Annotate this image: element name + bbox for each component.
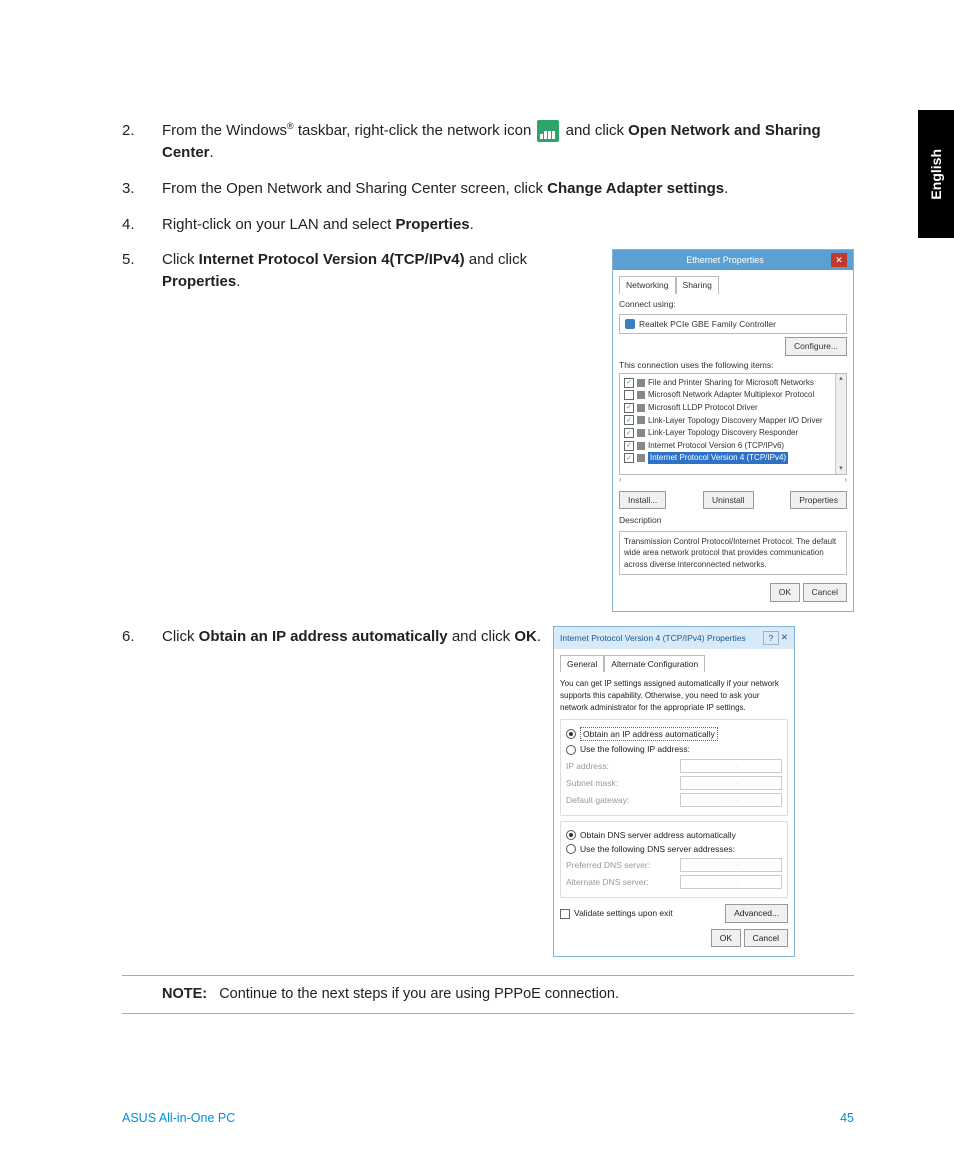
description-text: Transmission Control Protocol/Internet P… xyxy=(619,531,847,576)
scrollbar[interactable]: ▴▾ xyxy=(835,374,846,474)
close-button[interactable]: ✕ xyxy=(831,253,847,267)
validate-checkbox[interactable] xyxy=(560,909,570,919)
scroll-down-icon[interactable]: ▾ xyxy=(839,464,843,474)
cancel-button[interactable]: Cancel xyxy=(803,583,847,601)
protocol-icon xyxy=(637,429,645,437)
checkbox[interactable]: ✓ xyxy=(624,428,634,438)
validate-label: Validate settings upon exit xyxy=(574,907,673,919)
dialog-title: Ethernet Properties xyxy=(619,254,831,267)
tab-networking[interactable]: Networking xyxy=(619,276,676,293)
checkbox[interactable]: ✓ xyxy=(624,378,634,388)
adapter-field: Realtek PCIe GBE Family Controller xyxy=(619,314,847,334)
protocol-icon xyxy=(637,442,645,450)
configure-button[interactable]: Configure... xyxy=(785,337,847,355)
network-tray-icon xyxy=(537,120,559,142)
properties-button[interactable]: Properties xyxy=(790,491,847,509)
gateway-input[interactable]: . . . xyxy=(680,793,782,807)
checkbox[interactable]: ✓ xyxy=(624,441,634,451)
advanced-button[interactable]: Advanced... xyxy=(725,904,788,922)
protocol-icon xyxy=(637,379,645,387)
mask-input[interactable]: . . . xyxy=(680,776,782,790)
connect-using-label: Connect using: xyxy=(619,298,847,310)
checkbox[interactable] xyxy=(624,390,634,400)
description-label: Description xyxy=(619,514,847,526)
page-number: 45 xyxy=(840,1111,854,1125)
mask-label: Subnet mask: xyxy=(566,777,618,789)
close-button[interactable]: ✕ xyxy=(781,631,788,645)
dns1-input[interactable]: . . . xyxy=(680,858,782,872)
ok-button[interactable]: OK xyxy=(711,929,741,947)
step-number: 2. xyxy=(122,120,162,164)
install-button[interactable]: Install... xyxy=(619,491,666,509)
step-5-text: Click Internet Protocol Version 4(TCP/IP… xyxy=(162,249,600,293)
radio-icon xyxy=(566,729,576,739)
tab-alternate[interactable]: Alternate Configuration xyxy=(604,655,705,672)
step-2-text: From the Windows® taskbar, right-click t… xyxy=(162,120,854,164)
intro-text: You can get IP settings assigned automat… xyxy=(560,678,788,713)
protocol-icon xyxy=(637,391,645,399)
footer-product: ASUS All-in-One PC xyxy=(122,1111,235,1125)
step-number: 6. xyxy=(122,626,162,957)
checkbox[interactable]: ✓ xyxy=(624,403,634,413)
dns2-label: Alternate DNS server: xyxy=(566,876,649,888)
protocol-icon xyxy=(637,454,645,462)
dns2-input[interactable]: . . . xyxy=(680,875,782,889)
protocol-list[interactable]: ✓File and Printer Sharing for Microsoft … xyxy=(619,373,847,475)
radio-auto-dns[interactable]: Obtain DNS server address automatically xyxy=(566,829,782,841)
step-3-text: From the Open Network and Sharing Center… xyxy=(162,178,854,200)
gateway-label: Default gateway: xyxy=(566,794,629,806)
radio-manual-ip[interactable]: Use the following IP address: xyxy=(566,743,782,755)
ip-input[interactable]: . . . xyxy=(680,759,782,773)
radio-manual-dns[interactable]: Use the following DNS server addresses: xyxy=(566,843,782,855)
tab-sharing[interactable]: Sharing xyxy=(676,276,719,293)
step-number: 5. xyxy=(122,249,162,611)
manual-content: 2. From the Windows® taskbar, right-clic… xyxy=(122,120,854,1022)
nic-icon xyxy=(625,319,635,329)
step-4-text: Right-click on your LAN and select Prope… xyxy=(162,214,854,236)
checkbox[interactable]: ✓ xyxy=(624,415,634,425)
scroll-up-icon[interactable]: ▴ xyxy=(839,374,843,384)
protocol-icon xyxy=(637,404,645,412)
protocol-icon xyxy=(637,416,645,424)
radio-icon xyxy=(566,830,576,840)
tab-general[interactable]: General xyxy=(560,655,604,672)
help-button[interactable]: ? xyxy=(763,631,779,645)
checkbox[interactable]: ✓ xyxy=(624,453,634,463)
cancel-button[interactable]: Cancel xyxy=(744,929,788,947)
dialog-title: Internet Protocol Version 4 (TCP/IPv4) P… xyxy=(560,632,746,644)
dns1-label: Preferred DNS server: xyxy=(566,859,650,871)
language-tab: English xyxy=(918,110,954,238)
radio-auto-ip[interactable]: Obtain an IP address automatically xyxy=(566,727,782,741)
radio-icon xyxy=(566,844,576,854)
radio-icon xyxy=(566,745,576,755)
ipv4-properties-dialog: Internet Protocol Version 4 (TCP/IPv4) P… xyxy=(553,626,795,957)
step-number: 3. xyxy=(122,178,162,200)
ip-label: IP address: xyxy=(566,760,609,772)
step-6-text: Click Obtain an IP address automatically… xyxy=(162,626,541,648)
uninstall-button[interactable]: Uninstall xyxy=(703,491,754,509)
selected-protocol[interactable]: Internet Protocol Version 4 (TCP/IPv4) xyxy=(648,452,788,464)
step-number: 4. xyxy=(122,214,162,236)
ok-button[interactable]: OK xyxy=(770,583,800,601)
note-block: NOTE: Continue to the next steps if you … xyxy=(122,975,854,1014)
ethernet-properties-dialog: Ethernet Properties ✕ Networking Sharing… xyxy=(612,249,854,611)
items-label: This connection uses the following items… xyxy=(619,359,847,371)
